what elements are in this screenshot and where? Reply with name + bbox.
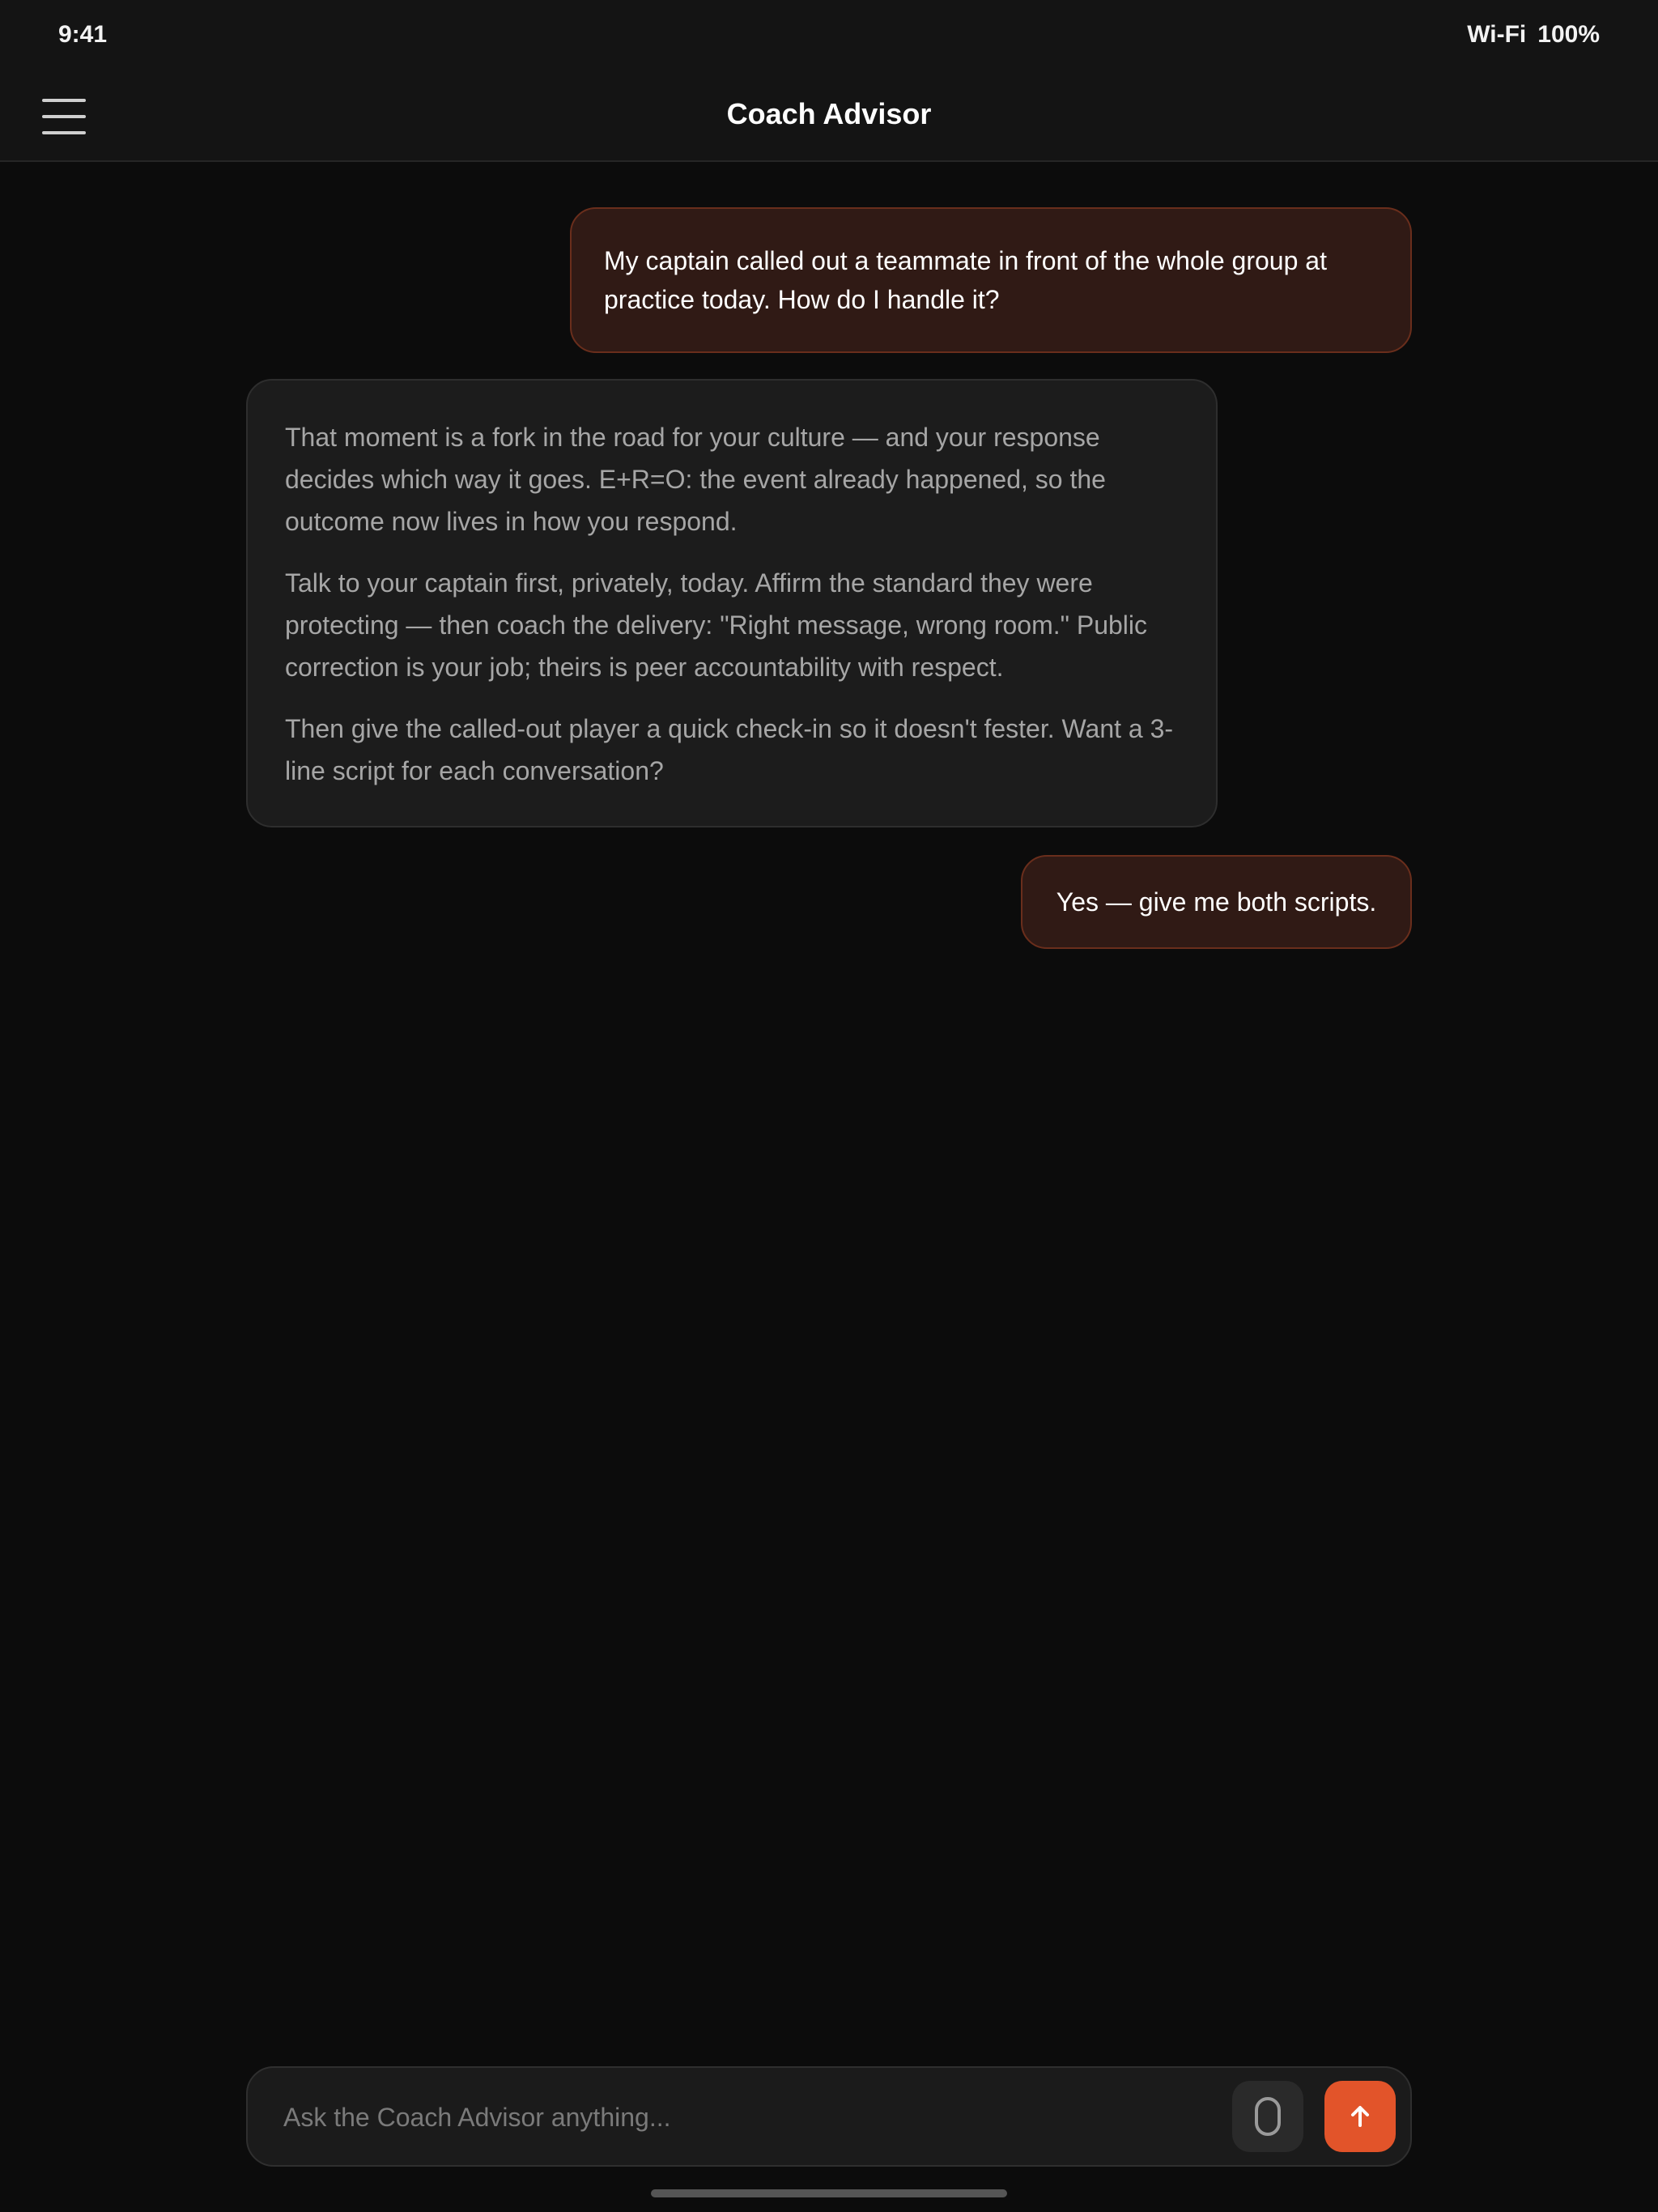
status-indicators: Wi-Fi 100% — [1467, 21, 1600, 49]
page-title: Coach Advisor — [726, 97, 932, 130]
message-input[interactable] — [282, 2092, 1135, 2142]
app-header: Coach Advisor — [0, 73, 1658, 162]
microphone-icon — [1255, 2097, 1281, 2136]
assistant-paragraph: That moment is a fork in the road for yo… — [285, 423, 1106, 536]
status-time: 9:41 — [58, 21, 108, 48]
menu-bar-bottom — [42, 131, 86, 134]
arrow-up-icon — [1351, 2106, 1369, 2127]
user-message: My captain called out a teammate in fron… — [570, 207, 1412, 353]
assistant-message: That moment is a fork in the road for yo… — [246, 379, 1218, 827]
assistant-paragraph: Then give the called-out player a quick … — [285, 714, 1174, 785]
wifi-status: Wi-Fi — [1467, 21, 1527, 48]
user-message-text: Yes — give me both scripts. — [1056, 887, 1377, 917]
user-message-text: My captain called out a teammate in fron… — [604, 246, 1327, 314]
send-button[interactable] — [1324, 2081, 1396, 2152]
message-composer — [246, 2066, 1412, 2167]
microphone-button[interactable] — [1232, 2081, 1303, 2152]
status-bar: 9:41 Wi-Fi 100% — [0, 0, 1658, 73]
home-indicator[interactable] — [651, 2189, 1007, 2197]
chat-screen: 9:41 Wi-Fi 100% Coach Advisor My captain… — [0, 0, 1658, 2212]
battery-status: 100% — [1537, 21, 1600, 48]
assistant-paragraph: Talk to your captain first, privately, t… — [285, 568, 1148, 682]
user-message: Yes — give me both scripts. — [1021, 855, 1412, 949]
